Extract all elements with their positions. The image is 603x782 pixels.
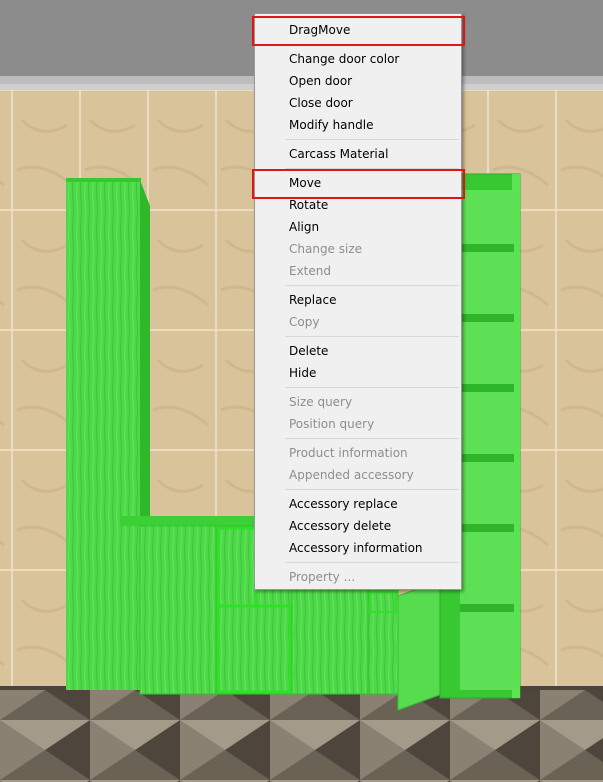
- menu-item-hide[interactable]: Hide: [255, 362, 461, 384]
- menu-item-size-query: Size query: [289, 395, 353, 409]
- menu-item-modify-handle[interactable]: Modify handle: [255, 114, 461, 136]
- floor: [0, 686, 603, 782]
- menu-item-change-door-color[interactable]: Change door color: [255, 48, 461, 70]
- menu-item-change-size: Change size: [289, 242, 363, 256]
- menu-separator: [285, 489, 459, 490]
- menu-item-copy: Copy: [289, 315, 320, 329]
- menu-separator: [285, 562, 459, 563]
- context-menu: DragMove Change door color Open door Close …: [252, 13, 465, 590]
- menu-item-product-information: Product information: [289, 446, 408, 460]
- tall-cabinet[interactable]: [66, 178, 150, 690]
- menu-item-dragmove[interactable]: DragMove: [252, 16, 465, 46]
- menu-item-position-query: Position query: [289, 417, 375, 431]
- menu-item-accessory-information[interactable]: Accessory information: [255, 537, 461, 559]
- menu-item-property: Property ...: [289, 570, 356, 584]
- menu-separator: [285, 44, 459, 45]
- menu-item-align[interactable]: Align: [255, 216, 461, 238]
- menu-item-open-door[interactable]: Open door: [255, 70, 461, 92]
- menu-item-replace[interactable]: Replace: [255, 289, 461, 311]
- menu-item-carcass-material[interactable]: Carcass Material: [255, 143, 461, 165]
- menu-item-rotate[interactable]: Rotate: [255, 194, 461, 216]
- menu-item-close-door[interactable]: Close door: [255, 92, 461, 114]
- menu-item-move[interactable]: Move: [252, 169, 465, 199]
- menu-separator: [285, 336, 459, 337]
- menu-item-delete[interactable]: Delete: [255, 340, 461, 362]
- menu-separator: [285, 438, 459, 439]
- menu-separator: [285, 139, 459, 140]
- menu-item-accessory-replace[interactable]: Accessory replace: [255, 493, 461, 515]
- menu-item-accessory-delete[interactable]: Accessory delete: [255, 515, 461, 537]
- menu-item-extend: Extend: [289, 264, 331, 278]
- menu-item-appended-accessory: Appended accessory: [289, 468, 414, 482]
- menu-separator: [285, 387, 459, 388]
- menu-separator: [285, 168, 459, 169]
- menu-separator: [285, 285, 459, 286]
